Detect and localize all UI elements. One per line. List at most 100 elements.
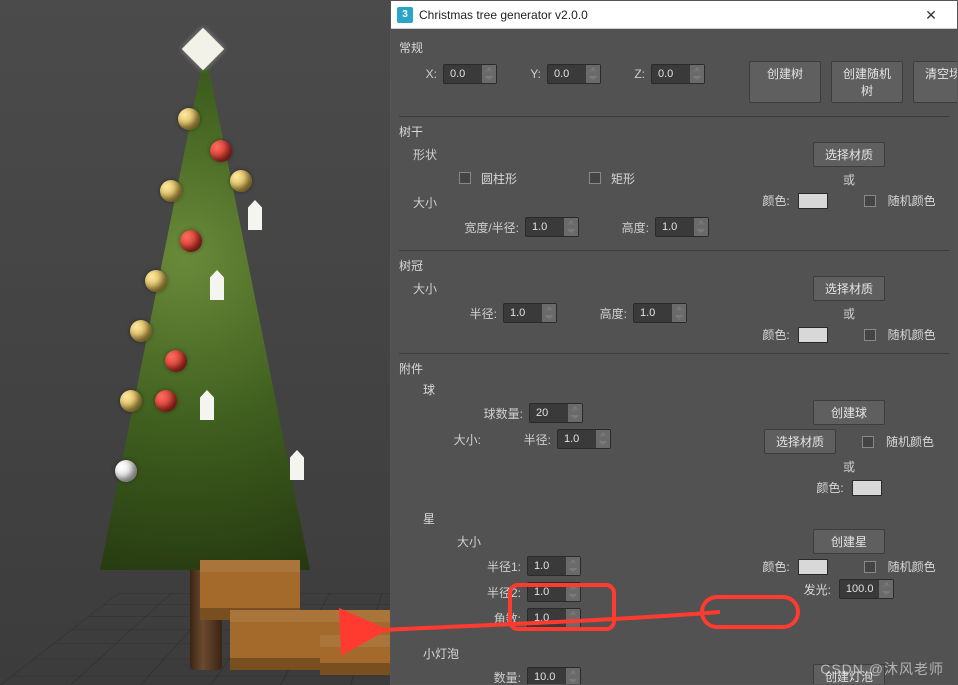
label-crown-radius: 半径: [459,305,497,322]
spinner-star-r2[interactable]: 1.0 [527,582,581,602]
trunk-color-swatch[interactable] [798,193,828,209]
label-crown-height: 高度: [589,305,627,322]
ornament [210,140,232,162]
label-star-color: 颜色: [762,558,789,575]
spinner-arrows-icon[interactable] [566,668,580,684]
spinner-trunk-width[interactable]: 1.0 [525,217,579,237]
label-crown-size: 大小 [399,280,437,297]
crown-color-swatch[interactable] [798,327,828,343]
label-trunk-random-color: 随机颜色 [888,192,936,209]
checkbox-cylinder[interactable] [459,172,471,184]
value-trunk-width: 1.0 [526,221,564,233]
spinner-arrows-icon[interactable] [564,218,578,236]
label-crown-random-color: 随机颜色 [888,326,936,343]
spinner-arrows-icon[interactable] [566,609,580,627]
value-y: 0.0 [548,68,586,80]
label-trunk-shape: 形状 [399,146,437,163]
label-trunk-width: 宽度/半径: [459,219,519,236]
label-bulb-count: 数量: [483,669,521,685]
option-cylinder: 圆柱形 [481,170,517,187]
spinner-star-glow[interactable]: 100.0 [839,579,895,599]
spinner-z[interactable]: 0.0 [651,64,705,84]
checkbox-crown-random-color[interactable] [864,329,876,341]
label-star-size: 大小 [443,533,481,550]
label-or: 或 [843,305,855,322]
create-random-tree-button[interactable]: 创建随机树 [831,61,903,103]
gift-box [320,635,400,675]
spinner-arrows-icon[interactable] [566,583,580,601]
candle [248,200,262,230]
spinner-ball-radius[interactable]: 1.0 [557,429,611,449]
create-tree-button[interactable]: 创建树 [749,61,821,103]
clear-scene-button[interactable]: 清空场景 [913,61,957,103]
ball-material-button[interactable]: 选择材质 [764,429,836,454]
crown-material-button[interactable]: 选择材质 [813,276,885,301]
trunk-material-button[interactable]: 选择材质 [813,142,885,167]
value-star-corners: 1.0 [528,612,566,624]
ornament [145,270,167,292]
label-or: 或 [843,171,855,188]
spinner-star-corners[interactable]: 1.0 [527,608,581,628]
ornament [155,390,177,412]
checkbox-star-random-color[interactable] [864,561,876,573]
spinner-y[interactable]: 0.0 [547,64,601,84]
spinner-crown-height[interactable]: 1.0 [633,303,687,323]
spinner-arrows-icon[interactable] [566,557,580,575]
star-color-swatch[interactable] [798,559,828,575]
label-z: Z: [607,67,645,81]
label-star-glow: 发光: [804,581,831,598]
spinner-arrows-icon[interactable] [586,65,600,83]
spinner-arrows-icon[interactable] [568,404,582,422]
spinner-arrows-icon[interactable] [694,218,708,236]
spinner-bulb-count[interactable]: 10.0 [527,667,581,684]
spinner-arrows-icon[interactable] [690,65,704,83]
ball-color-swatch[interactable] [852,480,882,496]
create-star-button[interactable]: 创建星 [813,529,885,554]
subgroup-ball: 球 [423,379,949,400]
spinner-ball-count[interactable]: 20 [529,403,583,423]
close-button[interactable]: ✕ [911,3,951,27]
value-star-glow: 100.0 [840,583,880,595]
value-bulb-count: 10.0 [528,671,566,683]
label-star-r2: 半径2: [483,584,521,601]
label-star-random-color: 随机颜色 [888,558,936,575]
spinner-x[interactable]: 0.0 [443,64,497,84]
value-crown-radius: 1.0 [504,307,542,319]
spinner-crown-radius[interactable]: 1.0 [503,303,557,323]
label-trunk-size: 大小 [399,194,437,211]
spinner-arrows-icon[interactable] [596,430,610,448]
checkbox-ball-random-color[interactable] [862,436,874,448]
label-x: X: [399,67,437,81]
group-trunk: 树干 形状 圆柱形 矩形 大小 [399,117,949,251]
label-ball-count: 球数量: [463,405,523,422]
spinner-arrows-icon[interactable] [482,65,496,83]
option-rect: 矩形 [611,170,635,187]
value-z: 0.0 [652,68,690,80]
ornament [230,170,252,192]
watermark-text: CSDN @沐风老师 [820,659,944,679]
spinner-arrows-icon[interactable] [879,580,893,598]
label-ball-size: 大小: [443,431,481,448]
generator-dialog: 3 Christmas tree generator v2.0.0 ✕ 常规 X… [390,0,958,685]
value-star-r1: 1.0 [528,560,566,572]
spinner-star-r1[interactable]: 1.0 [527,556,581,576]
spinner-arrows-icon[interactable] [542,304,556,322]
value-trunk-height: 1.0 [656,221,694,233]
dialog-title: Christmas tree generator v2.0.0 [419,8,588,22]
group-title-crown: 树冠 [399,255,949,276]
dialog-titlebar[interactable]: 3 Christmas tree generator v2.0.0 ✕ [391,1,957,29]
checkbox-rect[interactable] [589,172,601,184]
spinner-arrows-icon[interactable] [672,304,686,322]
ornament [165,350,187,372]
ornament [130,320,152,342]
group-attachments: 附件 球 球数量: 20 大小: 半径: 1.0 [399,354,949,684]
create-ball-button[interactable]: 创建球 [813,400,885,425]
ornament [180,230,202,252]
checkbox-trunk-random-color[interactable] [864,195,876,207]
spinner-trunk-height[interactable]: 1.0 [655,217,709,237]
group-general: 常规 X: 0.0 Y: 0.0 Z: 0.0 创建树 创建随机树 清空场景 [399,33,949,117]
label-ball-color: 颜色: [816,479,843,496]
dialog-panel: 常规 X: 0.0 Y: 0.0 Z: 0.0 创建树 创建随机树 清空场景 [391,29,957,684]
subgroup-star: 星 [423,508,949,529]
ornament [160,180,182,202]
